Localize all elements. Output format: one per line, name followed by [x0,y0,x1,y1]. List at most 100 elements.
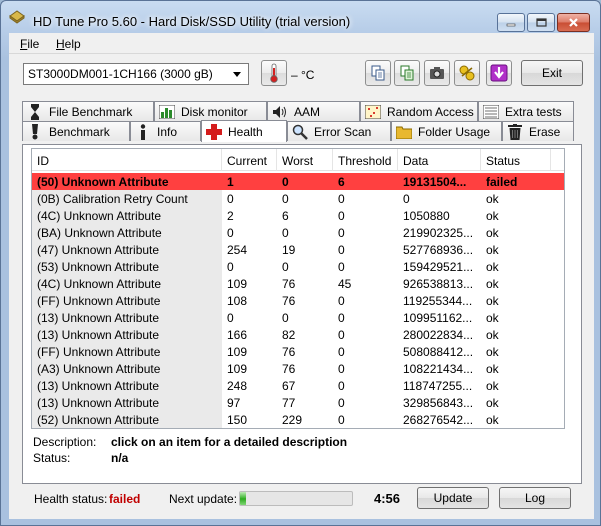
client-area: File Help ST3000DM001-1CH166 (3000 gB) –… [9,33,594,519]
table-row[interactable]: (53) Unknown Attribute 0 0 0 159429521... ok [32,258,564,275]
copy-text-button[interactable] [365,60,391,86]
maximize-button[interactable] [527,13,555,32]
cell-threshold: 0 [338,345,345,359]
cell-status: ok [486,328,499,342]
cell-worst: 82 [282,328,296,342]
cell-data: 926538813... [403,277,474,291]
tab-extra-tests[interactable]: Extra tests [478,101,574,121]
temperature-button[interactable] [261,60,287,86]
tab-aam[interactable]: AAM [267,101,360,121]
table-row[interactable]: (13) Unknown Attribute 166 82 0 280022834...… [32,326,564,343]
column-header-current[interactable]: Current [222,149,277,171]
table-body: (50) Unknown Attribute 1 0 6 19131504... fail… [32,173,564,428]
cell-status: ok [486,192,499,206]
cell-status: ok [486,311,499,325]
app-logo-icon [9,10,25,24]
cell-id: (4C) Unknown Attribute [32,207,222,224]
minimize-button[interactable] [497,13,525,32]
cell-id: (13) Unknown Attribute [32,394,222,411]
cell-data: 527768936... [403,243,474,257]
copy-all-button[interactable] [394,60,420,86]
description-label: Description: [33,435,97,449]
table-row[interactable]: (FF) Unknown Attribute 108 76 0 119255344...… [32,292,564,309]
arrow-down-icon [490,64,508,82]
extra-tests-icon [483,104,499,120]
column-header-id[interactable]: ID [32,149,222,171]
cell-worst: 77 [282,396,296,410]
tab-benchmark[interactable]: Benchmark [22,121,130,141]
column-header-threshold[interactable]: Threshold [333,149,398,171]
cell-status: ok [486,243,499,257]
menu-bar: File Help [9,33,594,53]
health-status-label: Health status: [34,492,108,506]
cell-data: 109951162... [403,311,473,325]
tab-error-scan[interactable]: Error Scan [287,121,391,141]
minimize-icon [506,23,516,26]
cell-worst: 67 [282,379,296,393]
exit-button[interactable]: Exit [521,60,583,86]
magnifier-icon [292,124,308,140]
table-row[interactable]: (BA) Unknown Attribute 0 0 0 219902325... ok [32,224,564,241]
table-row[interactable]: (4C) Unknown Attribute 2 6 0 1050880 ok [32,207,564,224]
cell-data: 108221434... [403,362,474,376]
menu-file[interactable]: File [20,37,39,51]
cell-threshold: 45 [338,277,352,291]
cell-data: 508088412... [403,345,474,359]
cell-id: (52) Unknown Attribute [32,411,222,428]
tab-random-access[interactable]: Random Access [360,101,478,121]
tab-folder-usage[interactable]: Folder Usage [391,121,502,141]
cell-threshold: 0 [338,311,345,325]
table-row[interactable]: (0B) Calibration Retry Count 0 0 0 0 ok [32,190,564,207]
tab-erase[interactable]: Erase [502,121,574,141]
table-row[interactable]: (50) Unknown Attribute 1 0 6 19131504... fail… [32,173,564,190]
drive-select[interactable]: ST3000DM001-1CH166 (3000 gB) [23,63,249,85]
tab-info[interactable]: Info [130,121,201,141]
tab-file-benchmark[interactable]: File Benchmark [22,101,154,121]
table-row[interactable]: (13) Unknown Attribute 0 0 0 109951162... ok [32,309,564,326]
close-button[interactable] [557,13,590,32]
cell-status: ok [486,379,499,393]
tools-icon [459,65,475,81]
countdown-value: 4:56 [374,491,401,506]
table-row[interactable]: (47) Unknown Attribute 254 19 0 527768936...… [32,241,564,258]
screenshot-button[interactable] [424,60,450,86]
table-row[interactable]: (13) Unknown Attribute 248 67 0 118747255...… [32,377,564,394]
cell-current: 2 [227,209,234,223]
cell-threshold: 0 [338,260,345,274]
cell-worst: 76 [282,294,296,308]
tab-health[interactable]: Health [201,120,287,142]
tab-label: Info [157,124,178,139]
description-area: Description: click on an item for a deta… [33,432,573,472]
tab-label: AAM [294,104,321,119]
cell-current: 254 [227,243,248,257]
options-button[interactable] [454,60,480,86]
info-icon [135,123,151,140]
column-header-data[interactable]: Data [398,149,481,171]
tab-disk-monitor[interactable]: Disk monitor [154,101,267,121]
cell-current: 0 [227,260,234,274]
cell-current: 0 [227,192,234,206]
health-status-value: failed [109,492,141,506]
table-row[interactable]: (52) Unknown Attribute 150 229 0 268276542..… [32,411,564,428]
menu-help[interactable]: Help [56,37,81,51]
cell-data: 0 [403,192,410,206]
log-button[interactable]: Log [499,487,571,509]
table-row[interactable]: (13) Unknown Attribute 97 77 0 329856843... o… [32,394,564,411]
cell-data: 268276542... [403,413,474,427]
column-header-worst[interactable]: Worst [277,149,333,171]
table-row[interactable]: (FF) Unknown Attribute 109 76 0 508088412...… [32,343,564,360]
title-bar[interactable]: HD Tune Pro 5.60 - Hard Disk/SSD Utility… [1,1,600,33]
cell-data: 118747255... [403,379,473,393]
cell-current: 108 [227,294,248,308]
column-header-status[interactable]: Status [481,149,551,171]
cell-worst: 76 [282,345,296,359]
save-button[interactable] [486,60,512,86]
cell-worst: 19 [282,243,296,257]
table-row[interactable]: (4C) Unknown Attribute 109 76 45 926538813..… [32,275,564,292]
table-row[interactable]: (A3) Unknown Attribute 109 76 0 108221434...… [32,360,564,377]
update-button[interactable]: Update [417,487,489,509]
cell-data: 219902325... [403,226,474,240]
cell-data: 329856843... [403,396,474,410]
cell-status: ok [486,413,499,427]
cell-status: ok [486,396,499,410]
